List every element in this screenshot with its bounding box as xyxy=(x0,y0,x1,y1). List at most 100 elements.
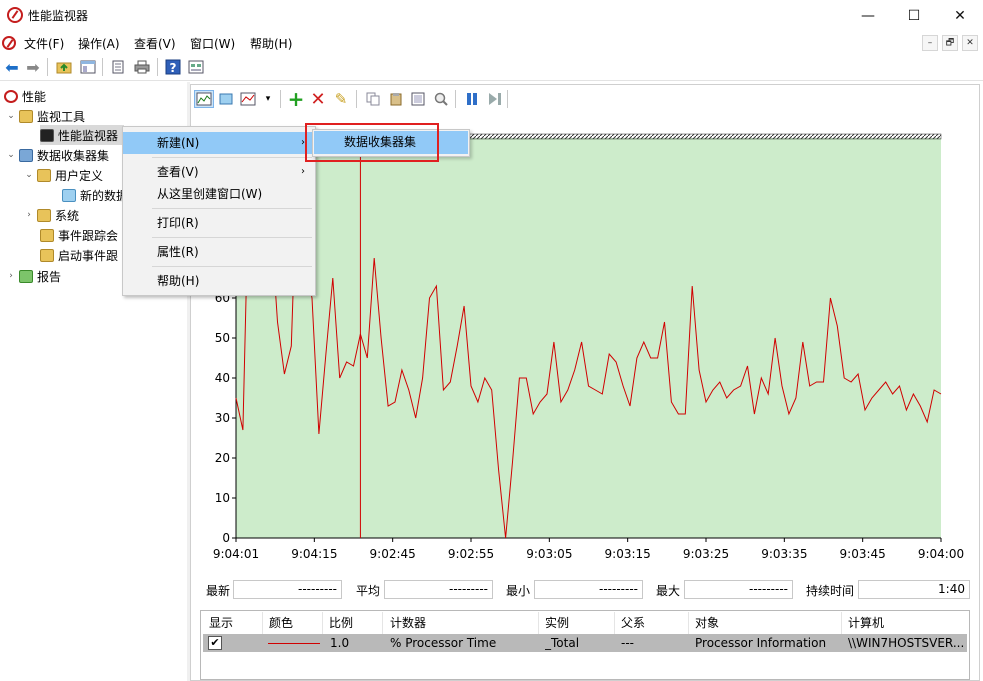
y-tick-label: 0 xyxy=(222,531,230,545)
mdi-restore-button[interactable]: 🗗 xyxy=(942,35,958,51)
startup-folder-icon xyxy=(40,248,54,262)
show-checkbox[interactable]: ✔ xyxy=(208,636,222,650)
tree-item-collector-sets[interactable]: ⌄ 数据收集器集 xyxy=(6,145,109,165)
tree-item-startup-event[interactable]: 启动事件跟 xyxy=(40,245,118,265)
toolbar-separator xyxy=(157,58,158,76)
x-tick-label: 9:03:45 xyxy=(840,547,886,561)
view-graph-icon[interactable] xyxy=(194,90,214,108)
copy-properties-icon[interactable] xyxy=(363,90,383,108)
highlight-icon[interactable]: ✎ xyxy=(331,90,351,108)
duration-value: 1:40 xyxy=(858,580,970,599)
tree-label: 启动事件跟 xyxy=(58,248,119,263)
show-hide-tree-icon[interactable] xyxy=(79,58,97,76)
context-menu-view[interactable]: 查看(V) › xyxy=(123,161,315,183)
mdi-minimize-button[interactable]: – xyxy=(922,35,938,51)
minimum-value: --------- xyxy=(534,580,643,599)
context-menu-new[interactable]: 新建(N) › xyxy=(123,132,315,154)
menu-separator xyxy=(152,237,312,238)
column-header-parent[interactable]: 父系 xyxy=(615,612,689,634)
mdi-close-button[interactable]: ✕ xyxy=(962,35,978,51)
object-cell: Processor Information xyxy=(695,636,827,650)
column-header-object[interactable]: 对象 xyxy=(689,612,842,634)
tree-label: 数据收集器集 xyxy=(37,148,110,163)
freeze-display-icon[interactable] xyxy=(216,90,236,108)
menu-help[interactable]: 帮助(H) xyxy=(250,35,292,52)
context-menu-new-window[interactable]: 从这里创建窗口(W) xyxy=(123,183,315,205)
expand-chevron-icon[interactable]: ⌄ xyxy=(6,150,16,160)
menu-file[interactable]: 文件(F) xyxy=(24,35,64,52)
close-button[interactable]: ✕ xyxy=(937,0,983,31)
back-icon[interactable]: ⬅ xyxy=(3,58,21,77)
column-header-counter[interactable]: 计数器 xyxy=(384,612,539,634)
menu-view[interactable]: 查看(V) xyxy=(134,35,176,52)
change-graph-type-icon[interactable] xyxy=(238,90,258,108)
column-header-show[interactable]: 显示 xyxy=(203,612,263,634)
toolbar-separator xyxy=(280,90,281,108)
graph-properties-icon[interactable] xyxy=(408,90,428,108)
expand-chevron-icon[interactable]: ⌄ xyxy=(6,111,16,121)
export-list-icon[interactable] xyxy=(109,58,127,76)
toolbar-separator xyxy=(507,90,508,108)
column-header-scale[interactable]: 比例 xyxy=(323,612,383,634)
update-data-icon[interactable] xyxy=(485,90,505,108)
zoom-icon[interactable] xyxy=(431,90,451,108)
tree-item-new-data[interactable]: 新的数据 xyxy=(62,185,128,205)
toolbar-separator xyxy=(356,90,357,108)
data-set-icon xyxy=(62,188,76,202)
context-menu-print[interactable]: 打印(R) xyxy=(123,212,315,234)
last-label: 最新 xyxy=(206,584,231,598)
tree-label: 性能 xyxy=(22,89,47,104)
x-tick-label: 9:03:15 xyxy=(605,547,651,561)
column-header-computer[interactable]: 计算机 xyxy=(842,612,967,634)
minimize-button[interactable]: — xyxy=(845,0,891,31)
properties-icon[interactable] xyxy=(187,58,205,76)
menu-action[interactable]: 操作(A) xyxy=(78,35,120,52)
average-label: 平均 xyxy=(356,584,381,598)
reports-icon xyxy=(19,269,33,283)
tree-label: 报告 xyxy=(37,269,62,284)
context-menu-properties[interactable]: 属性(R) xyxy=(123,241,315,263)
tree-item-user-defined[interactable]: ⌄ 用户定义 xyxy=(24,165,103,185)
mdi-app-icon[interactable] xyxy=(2,36,16,50)
x-tick-label: 9:02:55 xyxy=(448,547,494,561)
scale-cell: 1.0 xyxy=(330,636,350,650)
menu-window[interactable]: 窗口(W) xyxy=(190,35,235,52)
tree-label: 事件跟踪会 xyxy=(58,228,119,243)
print-icon[interactable] xyxy=(133,58,151,76)
counter-cell: % Processor Time xyxy=(390,636,497,650)
pause-icon[interactable] xyxy=(462,90,482,108)
x-tick-label: 9:03:35 xyxy=(761,547,807,561)
graph-type-dropdown-icon[interactable]: ▾ xyxy=(258,90,278,108)
menu-item-label: 新建(N) xyxy=(157,136,200,150)
system-folder-icon xyxy=(37,208,51,222)
tree-item-monitor-tools[interactable]: ⌄ 监视工具 xyxy=(6,106,85,126)
toolbar-separator xyxy=(455,90,456,108)
delete-counter-icon[interactable]: ✕ xyxy=(308,89,328,110)
add-counter-icon[interactable]: + xyxy=(286,87,306,111)
tree-label: 监视工具 xyxy=(37,109,86,124)
paste-counter-list-icon[interactable] xyxy=(386,90,406,108)
help-icon[interactable]: ? xyxy=(164,58,182,76)
toolbar-separator xyxy=(47,58,48,76)
forward-icon[interactable]: ➡ xyxy=(24,58,42,77)
duration-label: 持续时间 xyxy=(806,584,855,598)
expand-chevron-icon[interactable]: ⌄ xyxy=(24,170,34,180)
expand-chevron-icon[interactable]: › xyxy=(6,271,16,281)
menu-item-label: 查看(V) xyxy=(157,165,199,179)
last-value: --------- xyxy=(233,580,342,599)
tree-item-event-trace[interactable]: 事件跟踪会 xyxy=(40,225,118,245)
column-header-color[interactable]: 颜色 xyxy=(263,612,323,634)
tree-item-reports[interactable]: › 报告 xyxy=(6,266,61,286)
perfmon-app-icon xyxy=(7,7,23,23)
maximize-button[interactable]: ☐ xyxy=(891,0,937,31)
y-tick-label: 40 xyxy=(215,371,230,385)
tree-label: 新的数据 xyxy=(80,188,129,203)
expand-chevron-icon[interactable]: › xyxy=(24,210,34,220)
tree-item-perf-monitor[interactable]: 性能监视器 xyxy=(40,125,124,145)
context-menu-help[interactable]: 帮助(H) xyxy=(123,270,315,292)
up-folder-icon[interactable] xyxy=(55,58,73,76)
tree-item-performance[interactable]: 性能 xyxy=(4,86,46,106)
tree-item-system[interactable]: › 系统 xyxy=(24,205,79,225)
column-header-instance[interactable]: 实例 xyxy=(539,612,615,634)
tree-label: 系统 xyxy=(55,208,80,223)
